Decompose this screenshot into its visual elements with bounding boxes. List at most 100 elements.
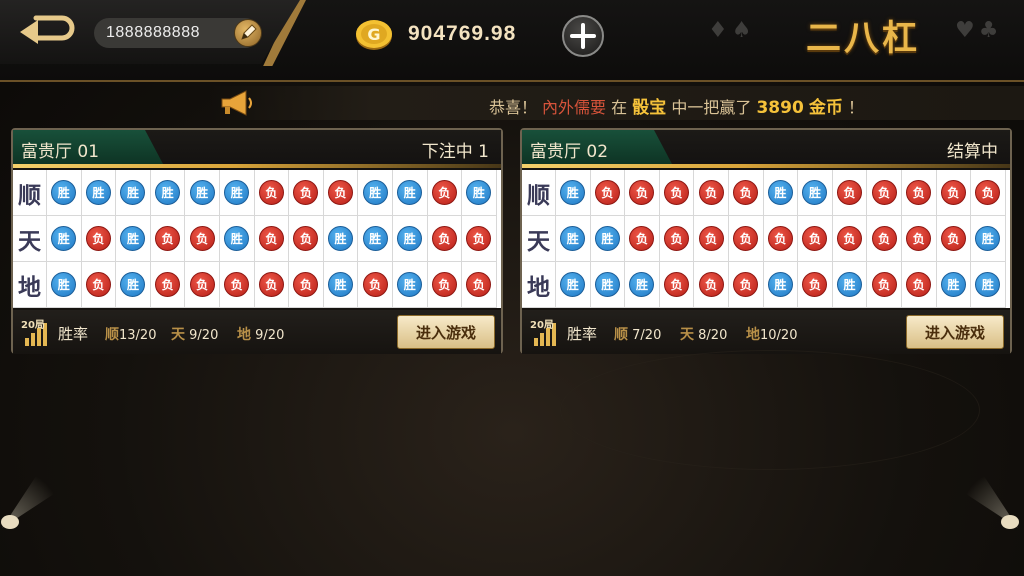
winrate-label: 胜率 (567, 325, 598, 343)
result-cell: 胜 (392, 262, 428, 308)
result-cell: 负 (254, 170, 290, 216)
win-chip: 胜 (397, 180, 423, 205)
room-card-02: 富贵厅 02 结算中 顺胜负负负负负胜胜负负负负负天胜胜负负负负负负负负负负胜地… (520, 128, 1012, 354)
lose-chip: 负 (664, 180, 690, 205)
result-cell: 胜 (323, 216, 359, 262)
win-chip: 胜 (120, 180, 146, 205)
stat-value: 8/20 (698, 328, 728, 343)
results-row: 地胜负胜负负负负负胜负胜负负 (13, 262, 501, 308)
result-cell: 负 (625, 216, 660, 262)
result-cell: 胜 (832, 262, 868, 308)
room-card-footer: 20局 胜率 顺 7/20 天 8/20 地10/20 进入游戏 (522, 310, 1010, 354)
result-cell: 负 (659, 216, 695, 262)
add-coins-button[interactable] (562, 15, 604, 57)
result-cell: 胜 (47, 262, 82, 308)
win-chip: 胜 (155, 180, 181, 205)
lose-chip: 负 (155, 272, 181, 297)
rounds-badge: 20局 (530, 320, 554, 331)
enter-game-button[interactable]: 进入游戏 (906, 315, 1004, 349)
result-cell: 胜 (556, 216, 591, 262)
lose-chip: 负 (258, 226, 284, 251)
result-cell: 负 (219, 262, 255, 308)
result-cell: 负 (289, 262, 324, 308)
edit-profile-button[interactable] (234, 19, 262, 47)
room-header-gold-line (13, 164, 501, 168)
result-cell: 负 (971, 170, 1006, 216)
result-cell: 胜 (763, 170, 799, 216)
result-cell: 负 (590, 170, 626, 216)
announce-location: 骰宝 (632, 98, 667, 118)
win-chip: 胜 (397, 272, 423, 297)
row-label: 地 (13, 262, 47, 308)
result-cell: 负 (81, 262, 117, 308)
lose-chip: 负 (189, 272, 215, 297)
result-cell: 胜 (219, 216, 255, 262)
lose-chip: 负 (698, 272, 724, 297)
room-card-header: 富贵厅 02 结算中 (522, 130, 1010, 168)
win-chip: 胜 (837, 272, 863, 297)
results-row: 天胜胜负负负负负负负负负负胜 (522, 216, 1010, 262)
result-cell: 负 (254, 262, 290, 308)
win-chip: 胜 (466, 180, 492, 205)
result-cell: 胜 (81, 170, 117, 216)
result-cell: 负 (728, 262, 764, 308)
lose-chip: 负 (189, 226, 215, 251)
result-cell: 负 (728, 216, 764, 262)
lose-chip: 负 (871, 226, 897, 251)
result-cell: 胜 (625, 262, 660, 308)
win-chip: 胜 (224, 180, 250, 205)
stat-key: 天 (171, 327, 185, 343)
win-chip: 胜 (397, 226, 423, 251)
announce-in: 在 (611, 98, 628, 117)
result-cell: 胜 (763, 262, 799, 308)
result-cell: 负 (867, 170, 902, 216)
bar-chart-icon: 20局 (19, 316, 55, 348)
enter-game-button[interactable]: 进入游戏 (397, 315, 495, 349)
result-cell: 负 (427, 216, 463, 262)
win-chip: 胜 (51, 180, 77, 205)
lose-chip: 负 (837, 226, 863, 251)
result-cell: 负 (254, 216, 290, 262)
win-chip: 胜 (362, 226, 388, 251)
stat-shun: 顺 7/20 (614, 324, 661, 344)
win-chip: 胜 (629, 272, 655, 297)
lose-chip: 负 (906, 226, 932, 251)
win-chip: 胜 (224, 226, 250, 251)
result-cell: 负 (694, 262, 729, 308)
result-cell: 负 (728, 170, 764, 216)
result-cell: 胜 (358, 170, 393, 216)
plus-icon (570, 23, 596, 49)
lose-chip: 负 (466, 226, 492, 251)
result-cell: 负 (289, 216, 324, 262)
result-cell: 负 (625, 170, 660, 216)
lose-chip: 负 (431, 180, 457, 205)
win-chip: 胜 (975, 272, 1001, 297)
result-cell: 胜 (358, 216, 393, 262)
stat-value: 7/20 (632, 328, 662, 343)
win-chip: 胜 (189, 180, 215, 205)
stat-shun: 顺13/20 (105, 324, 156, 344)
result-cell: 负 (462, 216, 497, 262)
win-chip: 胜 (120, 226, 146, 251)
lose-chip: 负 (906, 272, 932, 297)
win-chip: 胜 (767, 180, 793, 205)
result-cell: 胜 (116, 216, 151, 262)
lose-chip: 负 (293, 272, 319, 297)
result-cell: 胜 (971, 262, 1006, 308)
stat-key: 顺 (105, 327, 119, 343)
lose-chip: 负 (940, 180, 966, 205)
result-cell: 负 (659, 262, 695, 308)
lose-chip: 负 (362, 272, 388, 297)
result-cell: 负 (185, 262, 220, 308)
account-pill: 1888888888 (94, 18, 262, 48)
back-button[interactable] (16, 12, 78, 48)
result-cell: 负 (694, 216, 729, 262)
room-card-01: 富贵厅 01 下注中 1 顺胜胜胜胜胜胜负负负胜胜负胜天胜负胜负负胜负负胜胜胜负… (11, 128, 503, 354)
win-chip: 胜 (767, 272, 793, 297)
lose-chip: 负 (802, 272, 828, 297)
result-cell: 胜 (462, 170, 497, 216)
stat-tian: 天 8/20 (680, 324, 727, 344)
result-cell: 负 (798, 216, 833, 262)
pencil-icon (241, 24, 257, 40)
lose-chip: 负 (258, 272, 284, 297)
